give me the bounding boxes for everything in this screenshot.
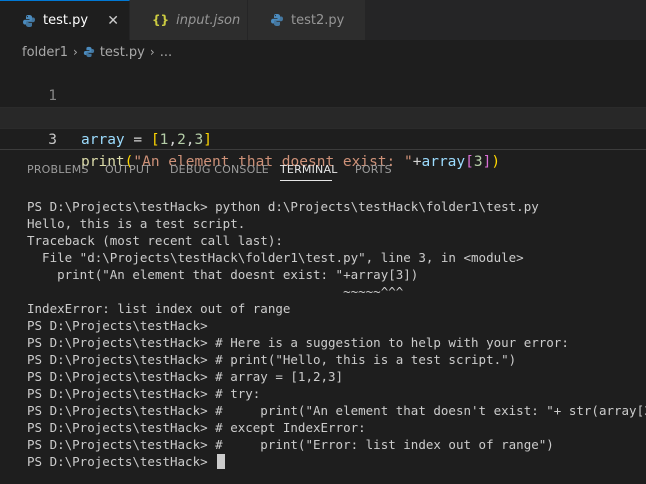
terminal-line: PS D:\Projects\testHack> # Here is a sug… [27, 335, 569, 350]
code-token: = [124, 132, 151, 148]
panel-tab-bar: PROBLEMS OUTPUT DEBUG CONSOLE TERMINAL P… [0, 150, 646, 186]
code-token: , [185, 132, 195, 148]
code-token: , [168, 132, 178, 148]
code-token: array [81, 132, 125, 148]
terminal-line: Hello, this is a test script. [27, 216, 246, 231]
terminal-output[interactable]: PS D:\Projects\testHack> python d:\Proje… [27, 198, 646, 470]
code-token: ] [203, 132, 212, 148]
tab-test-py[interactable]: test.py ✕ [0, 0, 130, 40]
chevron-right-icon: › [73, 45, 78, 59]
tab-bar-empty-area [366, 0, 646, 40]
terminal-line: Traceback (most recent call last): [27, 233, 283, 248]
editor-tab-bar: test.py ✕ {} input.json test2.py [0, 0, 646, 40]
breadcrumb-folder[interactable]: folder1 [22, 45, 68, 60]
code-token: [ [150, 132, 160, 148]
line-number: 3 [48, 132, 57, 148]
python-file-icon [22, 14, 36, 28]
terminal-line: PS D:\Projects\testHack> # array = [1,2,… [27, 369, 344, 384]
tab-label: input.json [176, 12, 241, 28]
close-icon[interactable]: ✕ [107, 13, 119, 29]
code-text: array = [1,2,3] [81, 129, 212, 151]
terminal-line: print("An element that doesnt exist: "+a… [27, 267, 419, 282]
tab-output[interactable]: OUTPUT [105, 163, 151, 176]
terminal-line: PS D:\Projects\testHack> [27, 453, 643, 470]
tab-terminal[interactable]: TERMINAL [280, 163, 338, 176]
breadcrumb-more[interactable]: ... [160, 45, 172, 60]
terminal-line: PS D:\Projects\testHack> python d:\Proje… [27, 199, 539, 214]
code-line-2[interactable]: 2 array = [1,2,3] [0, 85, 646, 148]
tab-test2-py[interactable]: test2.py [248, 0, 366, 40]
tab-debug-console[interactable]: DEBUG CONSOLE [170, 163, 269, 176]
terminal-line: PS D:\Projects\testHack> # except IndexE… [27, 420, 366, 435]
chevron-right-icon: › [149, 45, 155, 59]
terminal-line: PS D:\Projects\testHack> [27, 318, 208, 333]
tab-label: test2.py [291, 12, 345, 28]
terminal-line: PS D:\Projects\testHack> # print("Error:… [27, 437, 554, 452]
code-token: 3 [194, 132, 204, 148]
python-file-icon [83, 46, 95, 58]
breadcrumb: folder1 › test.py › ... [0, 40, 646, 64]
terminal-line: PS D:\Projects\testHack> # try: [27, 386, 261, 401]
code-editor[interactable]: 1 print("Hello, this is a test script.")… [0, 63, 646, 170]
terminal-line: ~~~~~^^^ [27, 284, 404, 299]
tab-problems[interactable]: PROBLEMS [27, 163, 89, 176]
active-tab-indicator [280, 180, 332, 181]
terminal-line: File "d:\Projects\testHack\folder1\test.… [27, 250, 524, 265]
tab-ports[interactable]: PORTS [355, 163, 392, 176]
tab-label: test.py [43, 13, 89, 28]
code-line-1[interactable]: 1 print("Hello, this is a test script.") [0, 63, 646, 126]
json-file-icon: {} [152, 13, 170, 27]
breadcrumb-file[interactable]: test.py [100, 45, 145, 60]
code-line-3-current[interactable]: 3 print("An element that doesnt exist: "… [0, 107, 646, 170]
python-file-icon [270, 13, 284, 27]
code-token: 2 [177, 132, 186, 148]
tab-input-json[interactable]: {} input.json [130, 0, 248, 40]
terminal-line: IndexError: list index out of range [27, 301, 291, 316]
terminal-cursor [217, 454, 226, 469]
terminal-line: PS D:\Projects\testHack> # print("An ele… [27, 403, 646, 418]
terminal-line: PS D:\Projects\testHack> # print("Hello,… [27, 352, 517, 367]
